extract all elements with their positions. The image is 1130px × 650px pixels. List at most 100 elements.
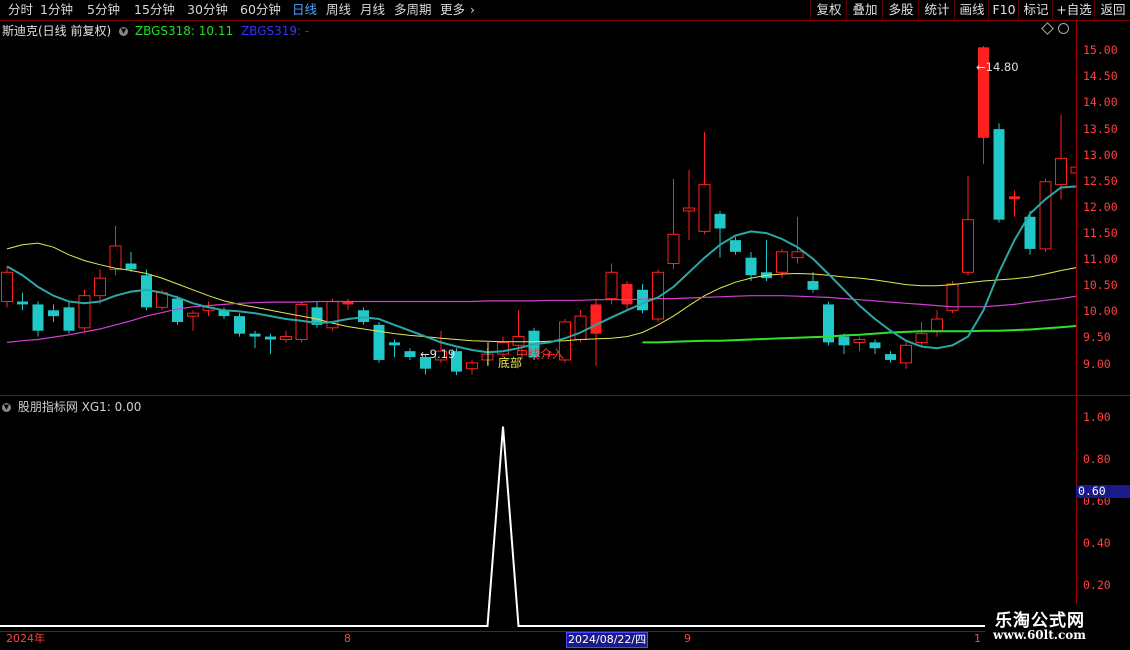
- xg1-indicator-chart[interactable]: [0, 396, 1076, 630]
- date-cursor: 2024/08/22/四: [566, 632, 649, 648]
- sub-current-value: 0.60: [1076, 485, 1130, 498]
- period-tab-multi[interactable]: 多周期: [394, 2, 432, 18]
- date-axis: 2024年 8 9 1 2024/08/22/四: [0, 631, 1076, 648]
- candle-body: [869, 342, 881, 349]
- period-tab-more[interactable]: 更多: [440, 2, 465, 18]
- candle-body: [637, 289, 648, 311]
- candle-body: [389, 342, 400, 346]
- candle-body: [17, 301, 28, 305]
- candle-body: [94, 277, 106, 297]
- candle-body: [590, 304, 602, 334]
- low-price-label: ←9.19: [420, 347, 456, 361]
- stats-button[interactable]: 统计: [918, 0, 955, 20]
- candle-body: [48, 310, 59, 317]
- date-label-year: 2024年: [6, 632, 45, 645]
- candlestick-chart[interactable]: [0, 21, 1076, 395]
- candle-body: [249, 333, 261, 337]
- arrow-left-icon: ←: [976, 60, 986, 74]
- candle-body: [745, 257, 757, 276]
- sub-tick: 0.20: [1083, 578, 1111, 592]
- price-axis-border: [1076, 21, 1077, 631]
- candle-body: [807, 281, 819, 290]
- candle-body: [265, 336, 276, 340]
- candle-body: [1009, 196, 1020, 200]
- candle-body: [714, 213, 726, 229]
- candle-body: [512, 336, 525, 346]
- ma-teal-line: [6, 185, 1076, 354]
- price-tick: 9.00: [1083, 357, 1111, 371]
- candle-body: [32, 304, 44, 331]
- sub-tick: 1.00: [1083, 410, 1111, 424]
- candle-body: [1070, 166, 1076, 174]
- f10-button[interactable]: F10: [988, 0, 1019, 20]
- mark-button[interactable]: 标记: [1018, 0, 1053, 20]
- candle-body: [698, 184, 711, 232]
- xg1-line: [0, 426, 1076, 627]
- candle-body: [125, 263, 137, 270]
- date-label-month: 8: [344, 632, 351, 645]
- fuquan-button[interactable]: 复权: [810, 0, 847, 20]
- price-tick: 11.00: [1083, 252, 1118, 266]
- candle-body: [466, 362, 478, 370]
- price-tick: 12.50: [1083, 174, 1118, 188]
- candle-body: [234, 316, 245, 334]
- candle-body: [683, 207, 695, 212]
- sub-tick: 0.40: [1083, 536, 1111, 550]
- candle-body: [1055, 157, 1067, 186]
- candle-body: [730, 240, 741, 252]
- candle-body: [791, 251, 804, 259]
- draw-line-button[interactable]: 画线: [954, 0, 989, 20]
- period-tab-5min[interactable]: 5分钟: [87, 2, 120, 18]
- watermark-logo: 乐淘公式网 www.60lt.com: [985, 604, 1130, 648]
- period-tab-fenshi[interactable]: 分时: [8, 2, 33, 18]
- price-tick: 12.00: [1083, 200, 1118, 214]
- price-tick: 13.50: [1083, 122, 1118, 136]
- candle-body: [776, 251, 788, 273]
- watermark-url: www.60lt.com: [993, 628, 1086, 642]
- overlay-button[interactable]: 叠加: [846, 0, 883, 20]
- period-tab-60min[interactable]: 60分钟: [240, 2, 281, 18]
- candle-body: [915, 333, 928, 343]
- chevron-right-icon[interactable]: ›: [470, 2, 475, 18]
- price-tick: 10.50: [1083, 278, 1118, 292]
- candle-body: [109, 245, 122, 270]
- candle-body: [853, 338, 866, 343]
- candle-body: [404, 351, 416, 358]
- period-tab-15min[interactable]: 15分钟: [134, 2, 175, 18]
- date-label-month: 1: [974, 632, 981, 645]
- date-label-month: 9: [684, 632, 691, 645]
- candle-body: [885, 354, 896, 360]
- candle-body: [838, 336, 850, 346]
- price-tick: 14.00: [1083, 95, 1118, 109]
- period-tab-weekly[interactable]: 周线: [326, 2, 351, 18]
- candle-body: [156, 292, 168, 308]
- price-tick: 13.00: [1083, 148, 1118, 162]
- candle-body: [962, 219, 974, 273]
- period-toolbar: 分时 1分钟 5分钟 15分钟 30分钟 60分钟 日线 周线 月线 多周期 更…: [0, 0, 1130, 21]
- back-button[interactable]: 返回: [1094, 0, 1130, 20]
- candle-body: [1039, 181, 1052, 250]
- multi-stock-button[interactable]: 多股: [882, 0, 919, 20]
- signal-mid-entry-label: 中线介入: [516, 347, 565, 361]
- candle-body: [373, 324, 385, 360]
- candle-body: [667, 233, 680, 265]
- price-tick: 9.50: [1083, 330, 1111, 344]
- candle-body: [63, 307, 75, 331]
- period-tab-30min[interactable]: 30分钟: [187, 2, 228, 18]
- candle-body: [280, 336, 292, 340]
- arrow-left-icon: ←: [420, 347, 430, 361]
- candle-body: [605, 271, 618, 300]
- period-tab-monthly[interactable]: 月线: [360, 2, 385, 18]
- candle-body: [1, 271, 13, 302]
- period-tab-daily[interactable]: 日线: [292, 2, 317, 18]
- candle-body: [78, 295, 91, 329]
- sub-tick: 0.80: [1083, 452, 1111, 466]
- candle-body: [574, 315, 587, 340]
- price-tick: 15.00: [1083, 43, 1118, 57]
- high-price-label: ←14.80: [976, 60, 1019, 74]
- price-tick: 10.00: [1083, 304, 1118, 318]
- add-watchlist-button[interactable]: +自选: [1052, 0, 1095, 20]
- candle-body: [900, 344, 912, 364]
- period-tab-1min[interactable]: 1分钟: [40, 2, 73, 18]
- candle-body: [358, 310, 369, 322]
